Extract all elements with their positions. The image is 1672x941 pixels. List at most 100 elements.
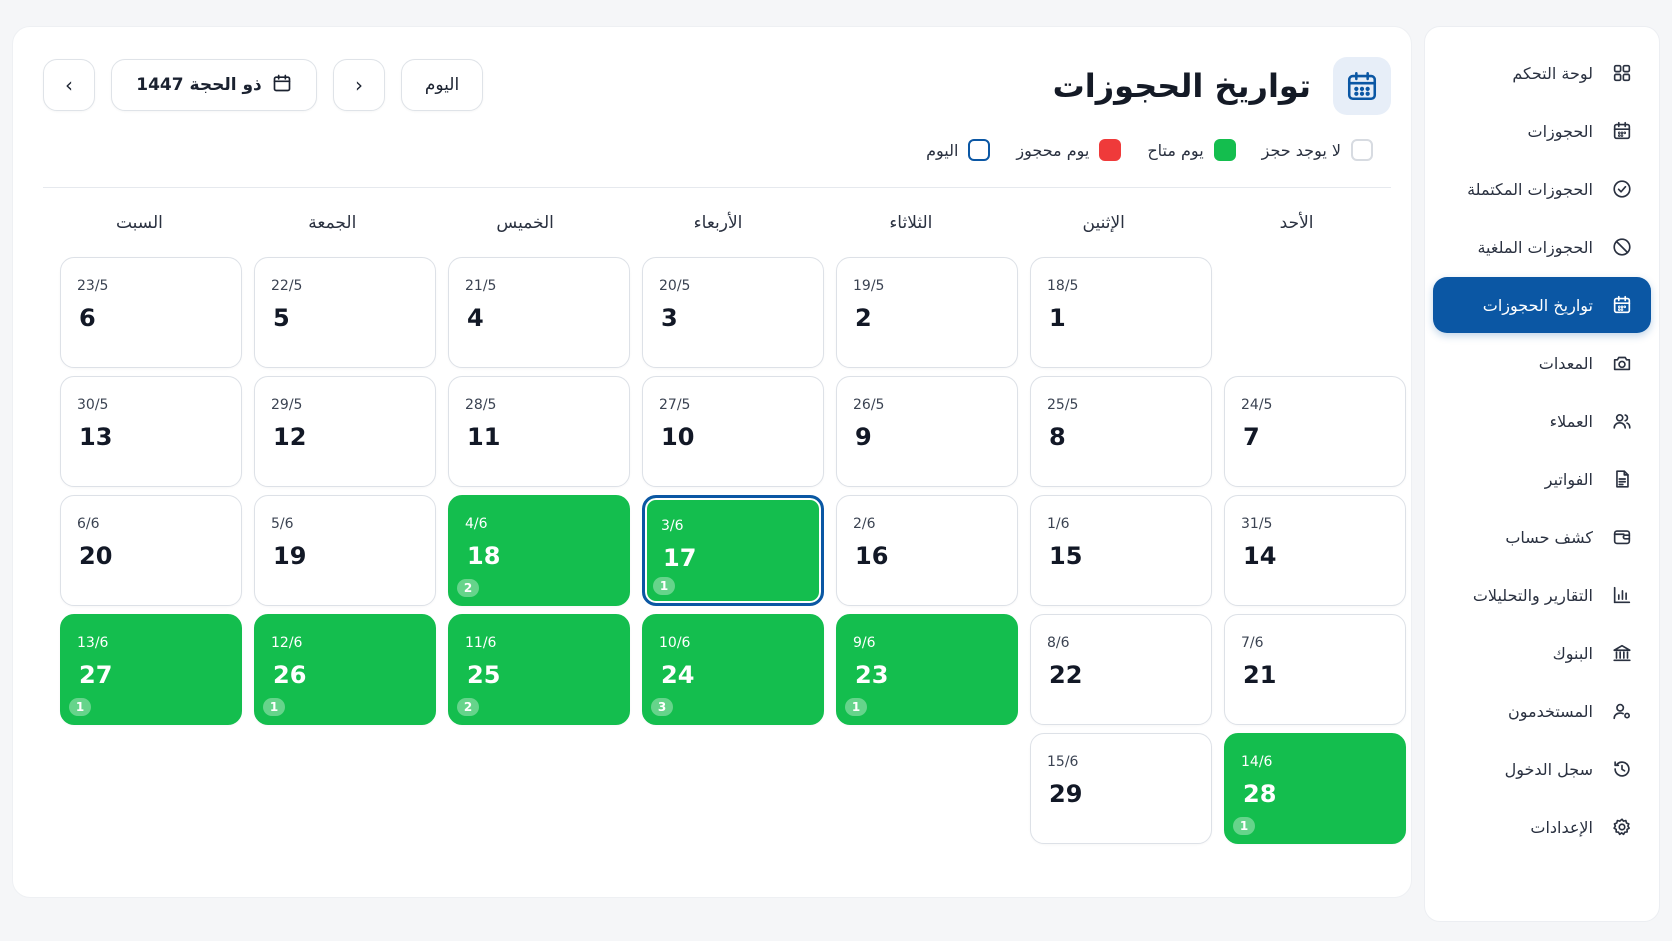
hijri-day-number: 12: [273, 423, 307, 451]
weekday-mon: الإثنين: [1082, 213, 1125, 233]
sidebar-item[interactable]: تواريخ الحجوزات: [1433, 277, 1651, 333]
prev-month-button[interactable]: ‹: [43, 59, 95, 111]
booking-count-badge: 1: [69, 698, 91, 716]
legend-label: لا يوجد حجز: [1261, 140, 1341, 160]
gregorian-date: 3/6: [661, 518, 684, 534]
page-header: تواريخ الحجوزات: [1053, 57, 1391, 115]
hijri-day-number: 11: [467, 423, 501, 451]
hijri-day-number: 15: [1049, 542, 1083, 570]
gregorian-date: 22/5: [271, 278, 303, 294]
calendar-icon: [1611, 120, 1633, 142]
swatch-today: [968, 139, 991, 161]
gregorian-date: 8/6: [1047, 635, 1070, 651]
sidebar-item[interactable]: التقارير والتحليلات: [1433, 567, 1651, 623]
calendar-day[interactable]: 31/5 14: [1224, 495, 1406, 606]
sidebar-item[interactable]: الحجوزات الملغية: [1433, 219, 1651, 275]
calendar-day[interactable]: 25/5 8: [1030, 376, 1212, 487]
sidebar-item[interactable]: الحجوزات: [1433, 103, 1651, 159]
calendar-day[interactable]: 11/6 25 2: [448, 614, 630, 725]
calendar-day[interactable]: 22/5 5: [254, 257, 436, 368]
calendar-day[interactable]: 28/5 11: [448, 376, 630, 487]
history-icon: [1611, 758, 1633, 780]
sidebar-item[interactable]: البنوك: [1433, 625, 1651, 681]
sidebar-item[interactable]: العملاء: [1433, 393, 1651, 449]
calendar-day[interactable]: 4/6 18 2: [448, 495, 630, 606]
sidebar-item[interactable]: كشف حساب: [1433, 509, 1651, 565]
today-button[interactable]: اليوم: [401, 59, 483, 111]
sidebar-item-label: الحجوزات الملغية: [1477, 237, 1593, 257]
chevron-left-icon: ‹: [65, 73, 73, 97]
hijri-day-number: 10: [661, 423, 695, 451]
calendar-day[interactable]: 3/6 17 1: [642, 495, 824, 606]
calendar-day[interactable]: 30/5 13: [60, 376, 242, 487]
gregorian-date: 7/6: [1241, 635, 1264, 651]
sidebar-item-label: تواريخ الحجوزات: [1482, 295, 1593, 315]
calendar-day[interactable]: 9/6 23 1: [836, 614, 1018, 725]
calendar-day[interactable]: 20/5 3: [642, 257, 824, 368]
calendar-day[interactable]: 2/6 16: [836, 495, 1018, 606]
calendar-day[interactable]: 21/5 4: [448, 257, 630, 368]
sidebar: لوحة التحكم الحجوزات الحجوزات المكتملة الحج…: [1424, 26, 1660, 922]
hijri-day-number: 14: [1243, 542, 1277, 570]
calendar-day[interactable]: 14/6 28 1: [1224, 733, 1406, 844]
swatch-booked: [1099, 139, 1122, 161]
hijri-day-number: 5: [273, 304, 290, 332]
legend-label: يوم متاح: [1147, 140, 1204, 160]
hijri-day-number: 25: [467, 661, 501, 689]
hijri-day-number: 19: [273, 542, 307, 570]
calendar-icon: [1611, 294, 1633, 316]
hijri-day-number: 27: [79, 661, 113, 689]
sidebar-item-label: البنوك: [1552, 643, 1593, 663]
gregorian-date: 9/6: [853, 635, 876, 651]
calendar-day[interactable]: 24/5 7: [1224, 376, 1406, 487]
calendar-day[interactable]: 7/6 21: [1224, 614, 1406, 725]
calendar-day[interactable]: 8/6 22: [1030, 614, 1212, 725]
sidebar-item[interactable]: المستخدمون: [1433, 683, 1651, 739]
sidebar-item-label: المستخدمون: [1508, 701, 1593, 721]
gregorian-date: 20/5: [659, 278, 691, 294]
calendar-day[interactable]: 19/5 2: [836, 257, 1018, 368]
hijri-day-number: 29: [1049, 780, 1083, 808]
hijri-day-number: 13: [79, 423, 113, 451]
calendar-day[interactable]: 15/6 29: [1030, 733, 1212, 844]
legend: لا يوجد حجز يوم متاح يوم محجوز اليوم: [926, 139, 1373, 161]
hijri-day-number: 16: [855, 542, 889, 570]
booking-count-badge: 1: [653, 577, 675, 595]
calendar-day[interactable]: 26/5 9: [836, 376, 1018, 487]
hijri-day-number: 28: [1243, 780, 1277, 808]
hijri-day-number: 4: [467, 304, 484, 332]
gregorian-date: 15/6: [1047, 754, 1079, 770]
sidebar-item[interactable]: المعدات: [1433, 335, 1651, 391]
settings-icon: [1611, 816, 1633, 838]
calendar-day[interactable]: 13/6 27 1: [60, 614, 242, 725]
sidebar-item[interactable]: لوحة التحكم: [1433, 45, 1651, 101]
sidebar-item[interactable]: الحجوزات المكتملة: [1433, 161, 1651, 217]
weekday-wed: الأربعاء: [693, 213, 743, 233]
booking-count-badge: 3: [651, 698, 673, 716]
legend-item-booked: يوم محجوز: [1016, 139, 1122, 161]
sidebar-item[interactable]: الفواتير: [1433, 451, 1651, 507]
gregorian-date: 12/6: [271, 635, 303, 651]
gregorian-date: 29/5: [271, 397, 303, 413]
sidebar-item[interactable]: سجل الدخول: [1433, 741, 1651, 797]
calendar-day[interactable]: 5/6 19: [254, 495, 436, 606]
calendar-day[interactable]: 27/5 10: [642, 376, 824, 487]
gregorian-date: 6/6: [77, 516, 100, 532]
calendar-day[interactable]: 23/5 6: [60, 257, 242, 368]
calendar-day[interactable]: 12/6 26 1: [254, 614, 436, 725]
calendar-day[interactable]: 29/5 12: [254, 376, 436, 487]
hijri-day-number: 9: [855, 423, 872, 451]
sidebar-item[interactable]: الإعدادات: [1433, 799, 1651, 855]
hijri-day-number: 2: [855, 304, 872, 332]
sidebar-item-label: الحجوزات المكتملة: [1467, 179, 1593, 199]
next-month-button[interactable]: ›: [333, 59, 385, 111]
calendar-day[interactable]: 1/6 15: [1030, 495, 1212, 606]
legend-label: اليوم: [926, 140, 959, 160]
gregorian-date: 27/5: [659, 397, 691, 413]
sidebar-item-label: كشف حساب: [1505, 527, 1593, 547]
check-circle-icon: [1611, 178, 1633, 200]
calendar-day[interactable]: 6/6 20: [60, 495, 242, 606]
calendar-day[interactable]: 10/6 24 3: [642, 614, 824, 725]
month-selector[interactable]: ذو الحجة 1447: [111, 59, 317, 111]
calendar-day[interactable]: 18/5 1: [1030, 257, 1212, 368]
